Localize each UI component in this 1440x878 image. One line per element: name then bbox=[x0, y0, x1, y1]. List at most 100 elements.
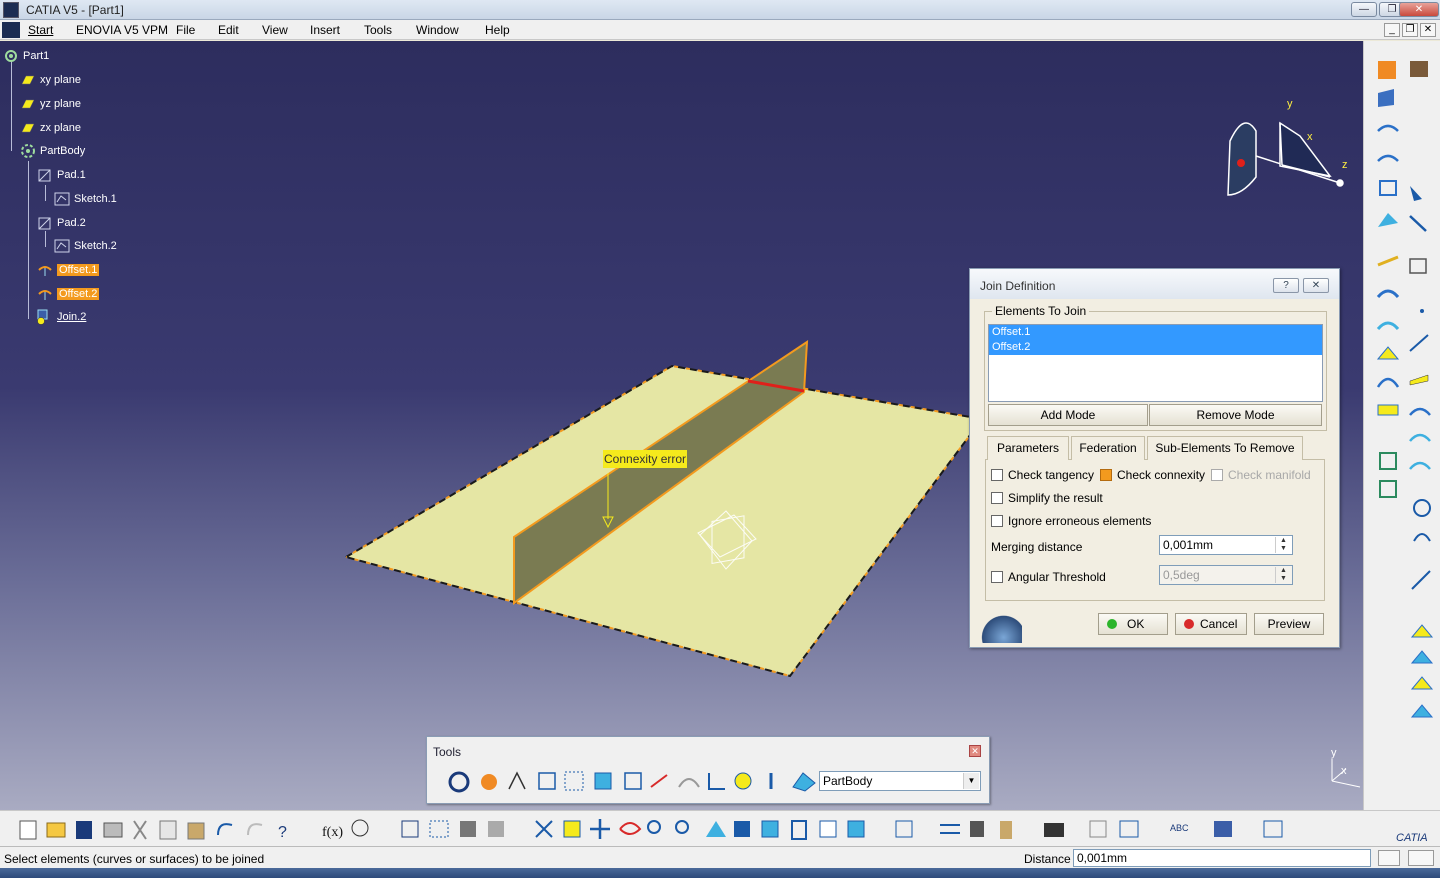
tools-toolbar-close-button[interactable]: ✕ bbox=[969, 745, 981, 757]
status-bar: Select elements (curves or surfaces) to … bbox=[0, 846, 1440, 868]
body-gear-icon bbox=[20, 143, 36, 159]
remove-mode-button[interactable]: Remove Mode bbox=[1149, 404, 1322, 426]
check-connexity-row[interactable]: Check connexity bbox=[1100, 468, 1205, 482]
menu-view[interactable]: View bbox=[262, 23, 288, 37]
menu-edit[interactable]: Edit bbox=[218, 23, 239, 37]
document-icon[interactable] bbox=[2, 22, 20, 38]
tab-parameters[interactable]: Parameters bbox=[987, 436, 1069, 460]
right-toolbar-icons bbox=[1376, 61, 1434, 718]
compass-x-label: x bbox=[1307, 131, 1313, 143]
tree-node-offset2[interactable]: Offset.2 bbox=[37, 285, 100, 303]
compass-y-label: y bbox=[1287, 98, 1293, 110]
elements-group-label: Elements To Join bbox=[992, 304, 1090, 318]
body-selector[interactable]: PartBody ▼ bbox=[819, 771, 981, 791]
cancel-button[interactable]: Cancel bbox=[1175, 613, 1247, 635]
ok-button[interactable]: OK bbox=[1098, 613, 1168, 635]
offset-surface-icon bbox=[37, 262, 53, 278]
tree-node-pad1[interactable]: Pad.1 bbox=[37, 166, 86, 184]
tree-node-xy-plane[interactable]: xy plane bbox=[20, 71, 81, 89]
angular-threshold-input: 0,5deg ▲ ▼ bbox=[1159, 565, 1293, 585]
dialog-close-button[interactable]: ✕ bbox=[1303, 278, 1329, 293]
pad-icon bbox=[37, 167, 53, 183]
tree-line bbox=[45, 185, 46, 201]
angular-threshold-label: Angular Threshold bbox=[1008, 570, 1106, 584]
tab-federation[interactable]: Federation bbox=[1071, 436, 1145, 460]
dialog-title-bar[interactable]: Join Definition ? ✕ bbox=[970, 269, 1339, 299]
simplify-row[interactable]: Simplify the result bbox=[991, 491, 1103, 505]
cancel-icon bbox=[1184, 619, 1194, 629]
check-connexity-checkbox[interactable] bbox=[1100, 469, 1112, 481]
tree-node-part1[interactable]: Part1 bbox=[3, 47, 49, 65]
list-item[interactable]: Offset.1 bbox=[989, 325, 1322, 340]
cancel-label: Cancel bbox=[1200, 617, 1238, 631]
menu-start[interactable]: Start bbox=[28, 23, 53, 37]
merging-distance-input[interactable]: 0,001mm ▲ ▼ bbox=[1159, 535, 1293, 555]
right-toolbar bbox=[1363, 41, 1440, 810]
doc-minimize-button[interactable]: _ bbox=[1384, 23, 1400, 37]
distance-input[interactable]: 0,001mm bbox=[1073, 849, 1371, 867]
title-bar: CATIA V5 - [Part1] — ❐ ✕ bbox=[0, 0, 1440, 20]
menu-enovia[interactable]: ENOVIA V5 VPM bbox=[76, 23, 168, 37]
sketch-icon bbox=[54, 191, 70, 207]
compass-z-label: z bbox=[1342, 159, 1348, 171]
ignore-erroneous-row[interactable]: Ignore erroneous elements bbox=[991, 514, 1151, 528]
simplify-checkbox[interactable] bbox=[991, 492, 1003, 504]
menu-tools[interactable]: Tools bbox=[364, 23, 392, 37]
ok-label: OK bbox=[1127, 617, 1145, 631]
merging-spinner[interactable]: ▲ ▼ bbox=[1275, 537, 1291, 553]
doc-close-button[interactable]: ✕ bbox=[1420, 23, 1436, 37]
help-button[interactable]: ? bbox=[1273, 278, 1299, 293]
check-tangency-checkbox[interactable] bbox=[991, 469, 1003, 481]
chevron-down-icon[interactable]: ▼ bbox=[963, 773, 979, 789]
doc-restore-button[interactable]: ❐ bbox=[1402, 23, 1418, 37]
tree-node-pad2[interactable]: Pad.2 bbox=[37, 214, 86, 232]
power-input-icon[interactable] bbox=[1378, 850, 1400, 866]
preview-button[interactable]: Preview bbox=[1254, 613, 1324, 635]
check-tangency-row[interactable]: Check tangency bbox=[991, 468, 1094, 482]
angular-threshold-row[interactable]: Angular Threshold bbox=[991, 570, 1106, 584]
tree-node-zx-plane[interactable]: zx plane bbox=[20, 119, 81, 137]
ignore-erroneous-checkbox[interactable] bbox=[991, 515, 1003, 527]
stop-icon[interactable] bbox=[1408, 850, 1434, 866]
menu-window[interactable]: Window bbox=[416, 23, 459, 37]
check-manifold-row: Check manifold bbox=[1211, 468, 1311, 482]
minimize-button[interactable]: — bbox=[1351, 2, 1377, 17]
tools-toolbar-title: Tools bbox=[433, 745, 462, 759]
ignore-erroneous-label: Ignore erroneous elements bbox=[1008, 514, 1152, 528]
menu-insert[interactable]: Insert bbox=[310, 23, 340, 37]
angular-threshold-checkbox[interactable] bbox=[991, 571, 1003, 583]
view-axis-x-label: x bbox=[1341, 765, 1347, 777]
close-button[interactable]: ✕ bbox=[1399, 2, 1439, 17]
menu-file[interactable]: File bbox=[176, 23, 195, 37]
tree-label: Pad.2 bbox=[57, 217, 86, 229]
tree-node-sketch1[interactable]: Sketch.1 bbox=[54, 190, 117, 208]
tree-node-sketch2[interactable]: Sketch.2 bbox=[54, 237, 117, 255]
tab-sub-elements[interactable]: Sub-Elements To Remove bbox=[1147, 436, 1303, 460]
compass bbox=[1227, 121, 1344, 196]
tree-label: Join.2 bbox=[57, 311, 87, 323]
simplify-label: Simplify the result bbox=[1008, 491, 1103, 505]
ok-icon bbox=[1107, 619, 1117, 629]
window-title: CATIA V5 - [Part1] bbox=[26, 3, 124, 17]
tree-node-offset1[interactable]: Offset.1 bbox=[37, 261, 100, 279]
merging-distance-label: Merging distance bbox=[991, 540, 1083, 554]
svg-text:ABC: ABC bbox=[1170, 823, 1189, 833]
tree-label: Pad.1 bbox=[57, 169, 86, 181]
distance-value: 0,001mm bbox=[1077, 851, 1128, 865]
tree-node-join2[interactable]: Join.2 bbox=[37, 308, 86, 326]
connexity-error-label: Connexity error bbox=[603, 450, 688, 468]
tree-node-yz-plane[interactable]: yz plane bbox=[20, 95, 81, 113]
menu-help[interactable]: Help bbox=[485, 23, 510, 37]
check-manifold-label: Check manifold bbox=[1228, 468, 1311, 482]
tree-label: zx plane bbox=[40, 122, 81, 134]
svg-text:CATIA: CATIA bbox=[1396, 832, 1428, 844]
tree-node-partbody[interactable]: PartBody bbox=[20, 142, 85, 160]
add-mode-button[interactable]: Add Mode bbox=[988, 404, 1148, 426]
base-surface bbox=[343, 364, 984, 678]
merging-distance-value: 0,001mm bbox=[1163, 538, 1214, 552]
windows-taskbar bbox=[0, 868, 1440, 878]
tree-label: yz plane bbox=[40, 98, 81, 110]
tree-label: Sketch.2 bbox=[74, 240, 117, 252]
list-item[interactable]: Offset.2 bbox=[989, 340, 1322, 355]
elements-list[interactable]: Offset.1 Offset.2 bbox=[988, 324, 1323, 402]
